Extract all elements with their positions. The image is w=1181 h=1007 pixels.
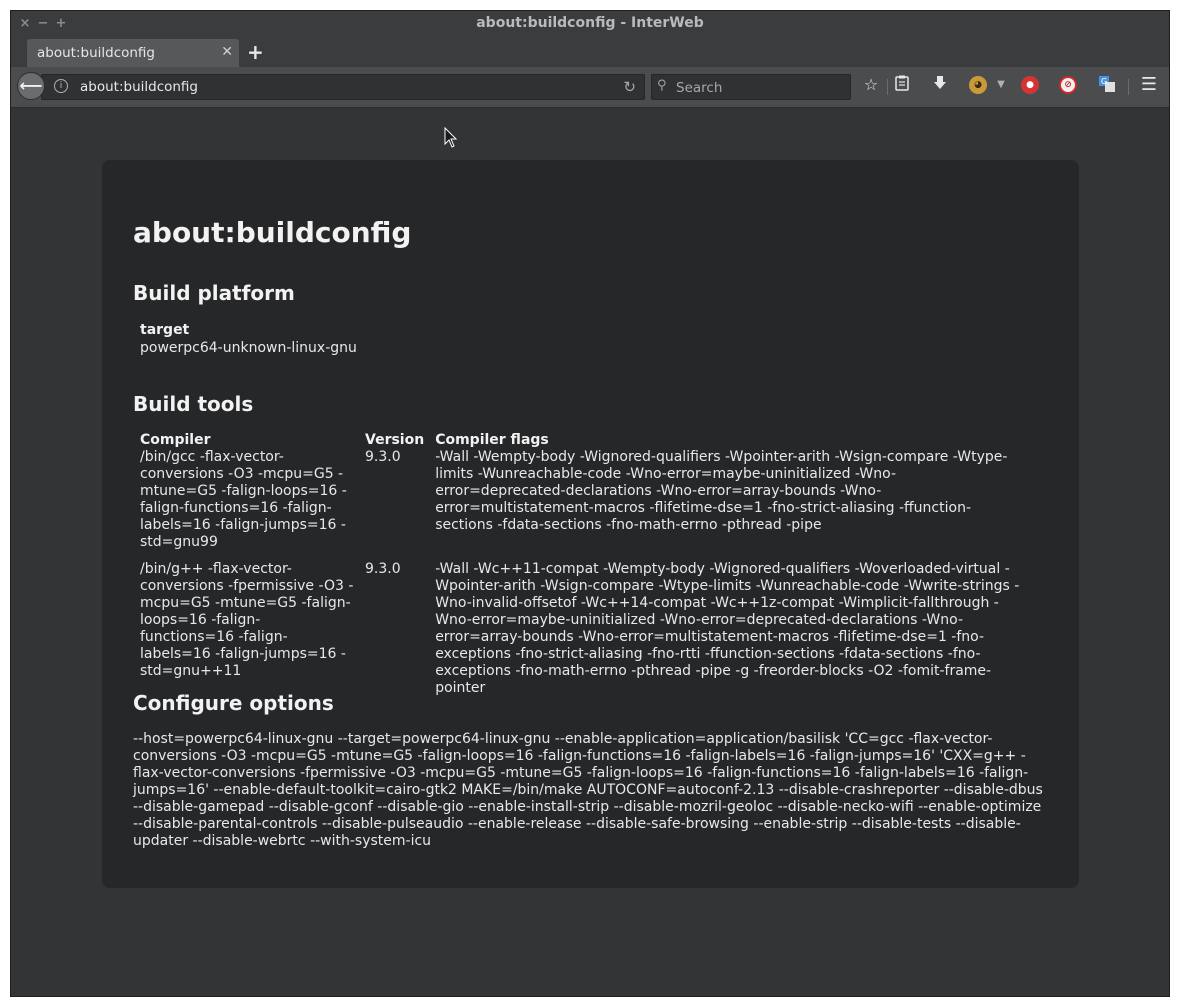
url-text[interactable]: about:buildconfig [80,79,198,95]
mouse-cursor-icon [444,127,458,148]
toolbar-separator [1128,79,1129,95]
back-button[interactable]: ⟵ [17,72,45,100]
navigation-toolbar: i about:buildconfig ↻ ⟵ ⚲ ☆ ◕ ▼ ● ⊘ G ☰ [11,67,1169,108]
page-title: about:buildconfig [133,216,412,249]
site-info-icon[interactable]: i [54,79,68,93]
blocked-extension-icon[interactable]: ⊘ [1059,76,1077,94]
reload-icon[interactable]: ↻ [623,78,636,96]
version-cell: 9.3.0 [365,449,401,465]
download-icon[interactable] [930,75,950,95]
search-input[interactable] [674,77,848,99]
table-row: /bin/g++ -flax-vector-conversions -fperm… [137,561,1033,707]
monkey-extension-icon[interactable]: ◕ [969,76,987,94]
search-icon: ⚲ [657,78,667,93]
build-tools-heading: Build tools [133,392,254,416]
svg-text:G: G [1101,77,1107,86]
table-row: /bin/gcc -flax-vector-conversions -O3 -m… [137,449,1033,561]
compiler-cell: /bin/gcc -flax-vector-conversions -O3 -m… [140,449,347,550]
toolbar-separator [887,79,888,95]
dropdown-arrow-icon[interactable]: ▼ [991,75,1011,95]
tab-label: about:buildconfig [37,45,156,61]
reader-icon[interactable] [892,75,912,95]
configure-options-heading: Configure options [133,691,334,715]
build-tools-table: Compiler Version Compiler flags /bin/gcc… [137,432,1033,707]
compiler-column-header: Compiler [140,432,211,448]
flags-cell: -Wall -Wc++11-compat -Wempty-body -Wigno… [435,561,1020,696]
close-tab-icon[interactable]: ✕ [221,44,233,60]
tab-strip: about:buildconfig ✕ + [11,37,1169,67]
new-tab-button[interactable]: + [247,40,264,64]
build-platform-table: target powerpc64-unknown-linux-gnu [140,322,357,357]
configure-options-text: --host=powerpc64-linux-gnu --target=powe… [133,731,1043,849]
version-column-header: Version [365,432,425,448]
build-platform-heading: Build platform [133,281,295,305]
compiler-cell: /bin/g++ -flax-vector-conversions -fperm… [140,561,354,679]
target-label: target [140,322,190,338]
page-content: about:buildconfig Build platform target … [102,160,1079,888]
translate-extension-icon[interactable]: G [1097,75,1117,95]
title-bar: × − + about:buildconfig - InterWeb [11,11,1169,37]
tab-buildconfig[interactable]: about:buildconfig ✕ [27,39,239,67]
star-icon[interactable]: ☆ [861,75,881,95]
compiler-flags-column-header: Compiler flags [435,432,549,448]
version-cell: 9.3.0 [365,561,401,577]
flags-cell: -Wall -Wempty-body -Wignored-qualifiers … [435,449,1008,533]
hamburger-menu-icon[interactable]: ☰ [1139,75,1159,95]
table-header-row: Compiler Version Compiler flags [137,432,1033,449]
window-title: about:buildconfig - InterWeb [476,15,704,31]
red-extension-icon[interactable]: ● [1021,76,1039,94]
search-bar[interactable]: ⚲ [651,74,851,100]
target-value: powerpc64-unknown-linux-gnu [140,340,357,356]
url-bar[interactable]: i about:buildconfig ↻ [41,74,645,100]
browser-window: × − + about:buildconfig - InterWeb about… [10,10,1170,997]
